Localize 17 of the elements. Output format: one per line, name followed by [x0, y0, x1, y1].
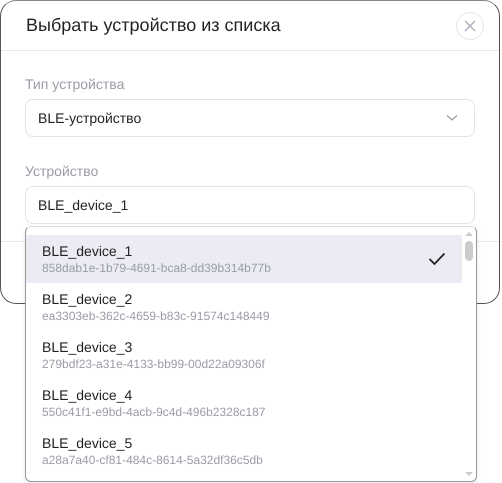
device-option[interactable]: BLE_device_5 a28a7a40-cf81-484c-8614-5a32df36c5db: [26, 427, 462, 475]
device-input-field[interactable]: BLE_device_1: [25, 186, 475, 224]
device-option[interactable]: BLE_device_4 550c41f1-e9bd-4acb-9c4d-496b2328c187: [26, 379, 462, 427]
field-label: Тип устройства: [25, 76, 126, 92]
scroll-up-icon[interactable]: [464, 231, 474, 237]
close-icon: [464, 20, 476, 32]
close-button[interactable]: [456, 12, 484, 40]
dialog-title: Выбрать устройство из списка: [26, 15, 281, 36]
scroll-down-icon[interactable]: [464, 471, 474, 477]
device-option[interactable]: BLE_device_1 858dab1e-1b79-4691-bca8-dd39b314b77b: [26, 235, 462, 283]
scrollbar-thumb[interactable]: [465, 241, 473, 261]
checkmark-icon: [428, 252, 446, 266]
device-option[interactable]: BLE_device_3 279bdf23-a31e-4133-bb99-00d22a09306f: [26, 331, 462, 379]
chevron-down-icon: [446, 114, 458, 122]
device-type-select[interactable]: BLE-устройство: [25, 99, 475, 137]
field-label: Устройство: [25, 163, 100, 179]
device-option[interactable]: BLE_device_2 ea3303eb-362c-4659-b83c-91574c148449: [26, 283, 462, 331]
